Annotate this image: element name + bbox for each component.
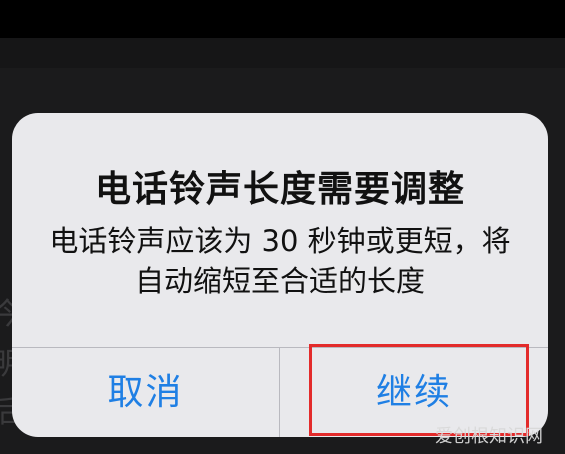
alert-title: 电话铃声长度需要调整 [94,169,465,210]
alert-dialog: 电话铃声长度需要调整 电话铃声应该为 30 秒钟或更短，将自动缩短至合适的长度 … [12,113,548,437]
cancel-button[interactable]: 取消 [12,348,279,437]
background-band [0,38,565,68]
watermark: 爱创根知识网 [435,426,543,447]
continue-button[interactable]: 继续 [280,348,548,437]
status-bar-area [0,0,565,38]
alert-message: 电话铃声应该为 30 秒钟或更短，将自动缩短至合适的长度 [49,224,511,298]
